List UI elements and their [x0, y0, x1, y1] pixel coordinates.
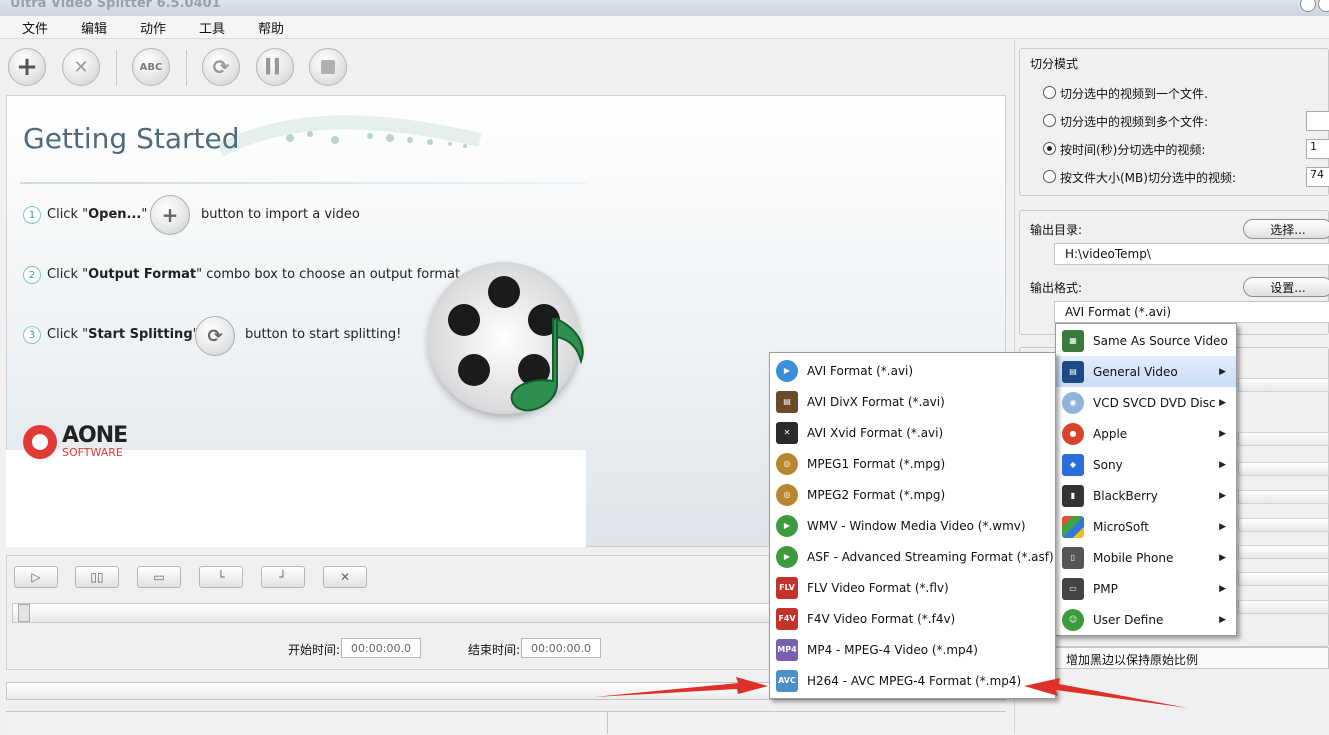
right-arrow-icon	[1024, 678, 1188, 708]
annotation-arrows	[594, 677, 1188, 708]
left-arrow-icon	[594, 677, 768, 697]
